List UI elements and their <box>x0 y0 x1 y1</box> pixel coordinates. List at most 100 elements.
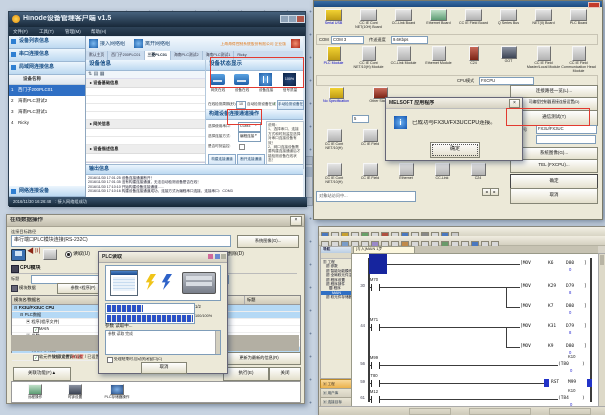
radio-read[interactable] <box>65 251 72 258</box>
interface-option[interactable]: No Specification <box>316 87 356 103</box>
close-icon[interactable] <box>221 254 226 259</box>
property-row[interactable]: 设备IP <box>86 112 205 120</box>
device-list-item[interactable]: 4 Ricky <box>9 118 85 129</box>
menu-file[interactable]: 文件(F) <box>13 29 28 35</box>
chevron-down-icon[interactable]: ▾ <box>255 133 257 137</box>
system-image-button[interactable]: 系统图像(G)... <box>237 235 299 248</box>
operand[interactable]: D79 <box>566 324 574 329</box>
operand[interactable]: K7 <box>548 304 553 309</box>
cpu-module-tab[interactable]: CPU模块 <box>20 265 41 271</box>
com-field[interactable]: COM 3 <box>331 36 364 44</box>
monitor-checkbox[interactable] <box>239 144 245 150</box>
join-network-icon[interactable] <box>89 39 98 48</box>
online-titlebar[interactable]: 在线数据操作 × <box>7 215 304 227</box>
interface-option[interactable]: Ethernet Module <box>421 46 456 65</box>
nav-item[interactable]: ▨ 软元件存储器 <box>321 295 351 299</box>
interface-option[interactable]: CC-Link Module <box>386 46 421 65</box>
minimize-icon[interactable] <box>208 254 213 259</box>
interface-option[interactable]: CC IE Field Communication Head Module <box>561 46 596 74</box>
instruction[interactable]: [MOV <box>520 261 531 266</box>
group-row[interactable]: ▸ 设备基础信息 <box>86 79 205 88</box>
baud-field[interactable]: 9.6Kbps <box>391 36 428 44</box>
close-button[interactable] <box>296 15 305 23</box>
operand[interactable]: K9 <box>548 344 553 349</box>
interface-option[interactable]: PLC Board <box>561 9 596 25</box>
close-button[interactable] <box>588 2 600 8</box>
cpu-mode-field[interactable]: FXCPU <box>479 77 534 85</box>
menu-help[interactable]: 帮助(H) <box>91 29 106 35</box>
interface-option[interactable]: C24 <box>456 46 491 65</box>
clock-setting-button[interactable]: 时钟设置 <box>60 384 90 399</box>
transfer-titlebar[interactable] <box>314 1 602 7</box>
tab-device[interactable]: 海南PLC测试2 <box>171 51 203 60</box>
group-row[interactable]: ▸ 设备描述信息 <box>86 145 205 154</box>
remote-operation-button[interactable]: 远程操作 <box>20 384 50 399</box>
port-select[interactable]: COM3 <box>238 122 261 132</box>
tab-device[interactable]: 海南PLC测试1 <box>203 51 235 60</box>
interface-option[interactable]: Serial USB <box>316 9 351 25</box>
popup-titlebar[interactable]: PLC读取 <box>99 252 227 263</box>
maximize-icon[interactable] <box>215 254 220 259</box>
communication-test-button[interactable]: 通信测试(T) <box>510 110 598 126</box>
device-list-item[interactable]: 1 西门子200PLC01 <box>9 85 85 96</box>
interface-option[interactable]: CC IE Cont NET/10(H) <box>316 163 352 184</box>
time-check-field[interactable]: 5 <box>352 115 369 123</box>
tab-home[interactable]: 默认主页 <box>86 51 108 60</box>
interface-option[interactable]: PLC Module <box>316 46 351 65</box>
scrollbar[interactable] <box>215 331 220 354</box>
ladder-canvas[interactable]: [MOV K6 D80 ] 0 30 M70 [MOV K29 D79 ] 8 … <box>351 253 600 407</box>
execute-button[interactable]: 执行(E) <box>223 367 269 381</box>
instruction[interactable]: [MOV <box>520 324 531 329</box>
property-row[interactable]: 设备名称三菱PLC01 <box>86 88 205 96</box>
interface-option[interactable]: NET(II) Board <box>526 9 561 25</box>
scroll-up-icon[interactable] <box>305 157 312 165</box>
leave-network-icon[interactable] <box>134 39 143 48</box>
device-list-item[interactable]: 2 海南PLC测试2 <box>9 96 85 107</box>
device-list-item[interactable]: 3 海南PLC测试1 <box>9 107 85 118</box>
property-row[interactable]: PLC型号Mitsubishi-FX <box>86 96 205 104</box>
menu-manage[interactable]: 管理(M) <box>65 29 81 35</box>
operand[interactable]: K6 <box>548 261 553 266</box>
property-grid-toolbar[interactable]: ⇅ ▤ ▦ <box>86 71 205 79</box>
interface-option[interactable]: CC-Link <box>424 163 460 180</box>
group-row[interactable]: ▸ 网关信息 <box>86 120 205 129</box>
property-row[interactable]: 接口类型串口连接 <box>86 104 205 112</box>
interface-option[interactable]: Q Series Bus <box>491 9 526 25</box>
interface-option[interactable]: Ethernet <box>388 163 424 180</box>
direct-connection-button[interactable]: 可编程控制器直接连接设置(D) <box>510 97 598 111</box>
interface-option[interactable]: CC IE Field Board <box>456 9 491 25</box>
ladder-contact[interactable] <box>371 362 380 369</box>
plc-memory-button[interactable]: PLC存储器操作 <box>100 384 134 399</box>
close-icon[interactable]: × <box>290 216 302 226</box>
operand[interactable]: D80 <box>566 261 574 266</box>
interface-option[interactable]: Ethernet Board <box>421 9 456 25</box>
popup-ok-button[interactable]: 确定 <box>430 142 480 158</box>
column-header[interactable]: 标题 <box>245 296 300 304</box>
interface-option[interactable]: C24 <box>460 163 496 180</box>
ladder-contact[interactable] <box>371 284 380 291</box>
interface-option[interactable]: CC IE Field <box>352 163 388 180</box>
auto-close-checkbox[interactable] <box>107 357 113 363</box>
interface-option[interactable]: CC IE Cont NET(10H) Board <box>351 9 386 29</box>
sidebar-item-network-devices[interactable]: 网络连接设备 <box>9 186 85 197</box>
operand[interactable]: K29 <box>548 284 556 289</box>
cancel-button[interactable]: 取消 <box>510 188 598 204</box>
refresh-button[interactable]: 更新为最新的信息(R) <box>217 352 301 365</box>
operand[interactable]: D80 <box>566 304 574 309</box>
tel-button[interactable]: TEL (FXCPU)... <box>510 159 598 173</box>
chevron-down-icon[interactable]: ▾ <box>255 123 257 127</box>
interface-option[interactable]: GOT <box>491 46 526 63</box>
interface-option[interactable]: CC IE Field <box>352 129 388 146</box>
property-row[interactable]: 设备描述422接口 <box>86 154 205 162</box>
ladder-coil[interactable]: (T80 <box>558 362 569 367</box>
connection-path-field[interactable]: 串行端口PLC模块连接(RS-232C) <box>11 235 231 247</box>
editor-scrollbar[interactable] <box>598 253 605 407</box>
related-functions-button[interactable]: 关联功能(F)▲ <box>13 367 71 381</box>
menu-tools[interactable]: 工具(T) <box>39 29 54 35</box>
property-row[interactable]: 网关IP12.0.0.2 <box>86 129 205 137</box>
ladder-coil[interactable]: (T84 <box>558 396 569 401</box>
operand[interactable]: K31 <box>548 324 556 329</box>
ladder-contact[interactable] <box>371 380 380 387</box>
interface-option[interactable]: CC IE Cont NET/10(H) <box>316 129 352 150</box>
tab-device-active[interactable]: 三菱PLC01 <box>145 51 171 60</box>
